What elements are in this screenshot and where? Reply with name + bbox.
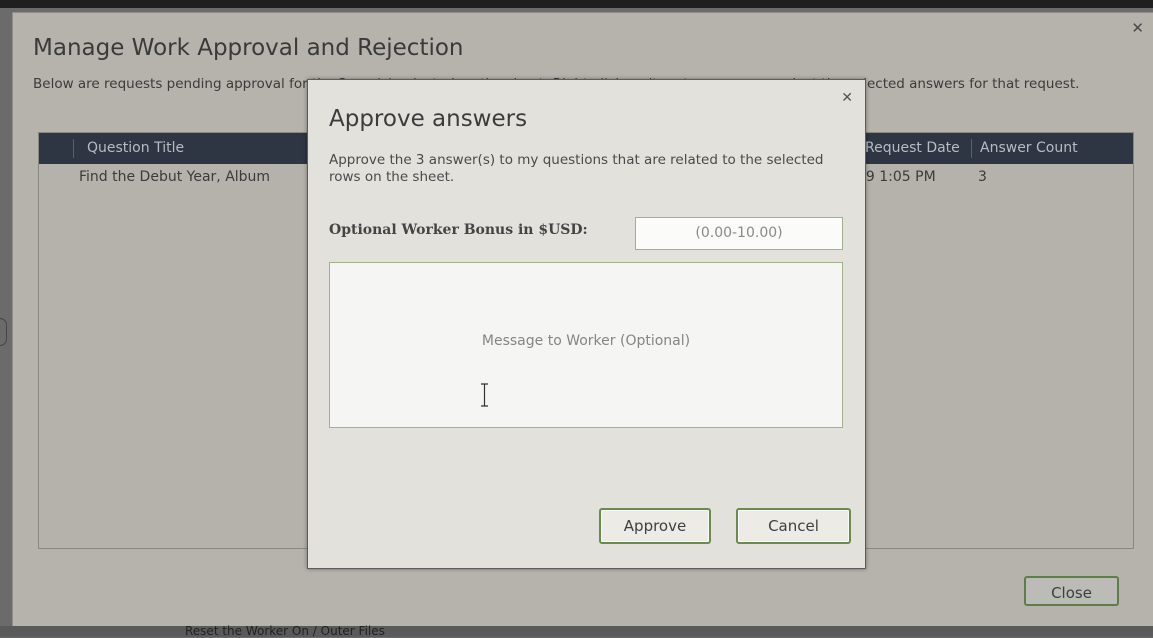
cancel-button[interactable]: Cancel: [736, 508, 851, 544]
message-textarea[interactable]: Message to Worker (Optional): [329, 262, 843, 428]
modal-title: Approve answers: [329, 106, 528, 132]
bonus-input[interactable]: (0.00-10.00): [635, 217, 843, 250]
cell-request-date: 09 1:05 PM: [857, 169, 936, 185]
modal-description: Approve the 3 answer(s) to my questions …: [329, 152, 824, 185]
message-placeholder: Message to Worker (Optional): [481, 333, 691, 349]
background-footer-text: Reset the Worker On / Outer Files: [185, 624, 385, 638]
cell-question-title: Find the Debut Year, Album: [79, 169, 271, 185]
background-footer: [0, 626, 1153, 637]
dialog-title: Manage Work Approval and Rejection: [33, 35, 464, 61]
cell-answer-count: 3: [978, 169, 987, 185]
close-icon[interactable]: ✕: [1131, 19, 1144, 37]
background-strip: [0, 0, 1153, 8]
column-separator: [73, 139, 74, 158]
bonus-label: Optional Worker Bonus in $USD:: [329, 222, 588, 238]
column-header-answer-count[interactable]: Answer Count: [980, 133, 1078, 164]
column-header-question-title[interactable]: Question Title: [87, 133, 184, 164]
background-edge-handle: [0, 318, 7, 346]
column-header-request-date[interactable]: Request Date: [865, 133, 960, 164]
column-separator: [971, 139, 972, 158]
close-button[interactable]: Close: [1024, 576, 1119, 606]
approve-button[interactable]: Approve: [599, 508, 711, 544]
text-cursor-icon: [481, 383, 488, 407]
approve-answers-modal: ✕ Approve answers Approve the 3 answer(s…: [307, 79, 866, 569]
close-icon[interactable]: ✕: [841, 90, 853, 106]
